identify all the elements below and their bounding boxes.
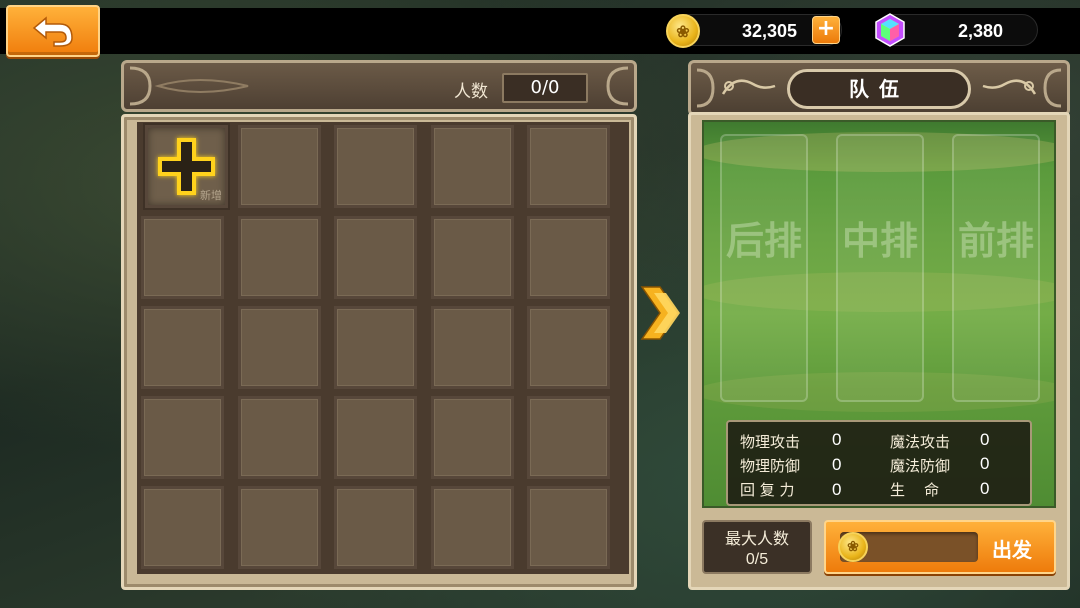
team-header: 队伍 [688,60,1070,116]
roster-slot[interactable] [334,396,417,479]
depart-label: 出发 [992,538,1032,562]
phys-defense-value: 0 [832,455,842,474]
magic-attack-value: 0 [980,430,990,449]
roster-slot[interactable] [141,396,224,479]
add-member-label: 新增 [200,189,222,202]
team-panel: 队伍 后排 中排 前排 [688,60,1070,590]
member-count-value: 0/0 [502,73,588,103]
header-swirl-right-icon [982,68,1062,108]
roster-slot[interactable] [527,216,610,299]
hp-label: 生 命 [890,481,940,499]
roster-slot[interactable] [238,216,321,299]
max-members-box: 最大人数 0/5 [702,520,812,574]
front-row-label: 前排 [957,219,1034,263]
back-row-lane[interactable]: 后排 [720,134,808,402]
roster-slot[interactable] [431,216,514,299]
roster-slot[interactable] [527,486,610,569]
phys-defense-label: 物理防御 [740,457,801,475]
middle-row-label: 中排 [841,219,918,263]
back-arrow-icon [32,16,73,47]
roster-slot[interactable] [334,306,417,389]
roster-slot[interactable] [238,125,321,208]
header-ornament-right [606,66,629,106]
recovery-label: 回 复 力 [740,481,795,499]
header-ornament-left [129,66,249,106]
recovery-value: 0 [832,480,842,499]
add-gold-button[interactable]: + [812,16,840,44]
roster-slot[interactable] [238,306,321,389]
gold-coin-icon: ❀ [838,532,868,562]
roster-slot[interactable] [527,306,610,389]
member-count-label: 人数 [454,82,488,102]
roster-slot[interactable] [431,306,514,389]
depart-button[interactable]: ❀ 出发 [824,520,1056,574]
roster-slot[interactable] [527,125,610,208]
roster-slot[interactable] [141,216,224,299]
roster-slot[interactable] [334,125,417,208]
phys-attack-value: 0 [832,430,842,449]
roster-slot[interactable] [141,306,224,389]
phys-attack-label: 物理攻击 [740,433,801,451]
roster-slot[interactable] [334,486,417,569]
roster-slot[interactable] [141,486,224,569]
back-row-label: 后排 [725,219,802,263]
middle-row-lane[interactable]: 中排 [836,134,924,402]
roster-slot[interactable] [431,486,514,569]
roster-slot[interactable] [431,396,514,479]
roster-slot[interactable] [238,396,321,479]
magic-defense-value: 0 [980,454,990,473]
gem-icon [875,13,905,47]
magic-defense-label: 魔法防御 [890,457,951,475]
roster-grid: 新增 [137,122,629,574]
roster-slot[interactable] [527,396,610,479]
front-row-lane[interactable]: 前排 [952,134,1040,402]
roster-slot[interactable] [334,216,417,299]
roster-slot[interactable] [431,125,514,208]
max-members-value: 0/5 [745,551,769,568]
team-title: 队伍 [787,69,971,109]
hp-value: 0 [980,479,990,498]
double-chevron-right-icon [640,286,680,340]
max-members-label: 最大人数 [724,529,789,548]
add-member-slot[interactable]: 新增 [145,125,228,208]
gold-coin-icon: ❀ [666,14,700,48]
header-swirl-left-icon [696,68,776,108]
team-stats-panel: 物理攻击 0 魔法攻击 0 物理防御 0 魔法防御 0 回 复 力 0 生 命 … [726,420,1032,506]
roster-header: 人数 0/0 [121,60,637,112]
gem-value: 2,380 [958,21,1004,41]
back-button[interactable] [6,5,100,57]
magic-attack-label: 魔法攻击 [890,433,951,451]
gold-value: 32,305 [742,21,798,41]
roster-slot[interactable] [238,486,321,569]
